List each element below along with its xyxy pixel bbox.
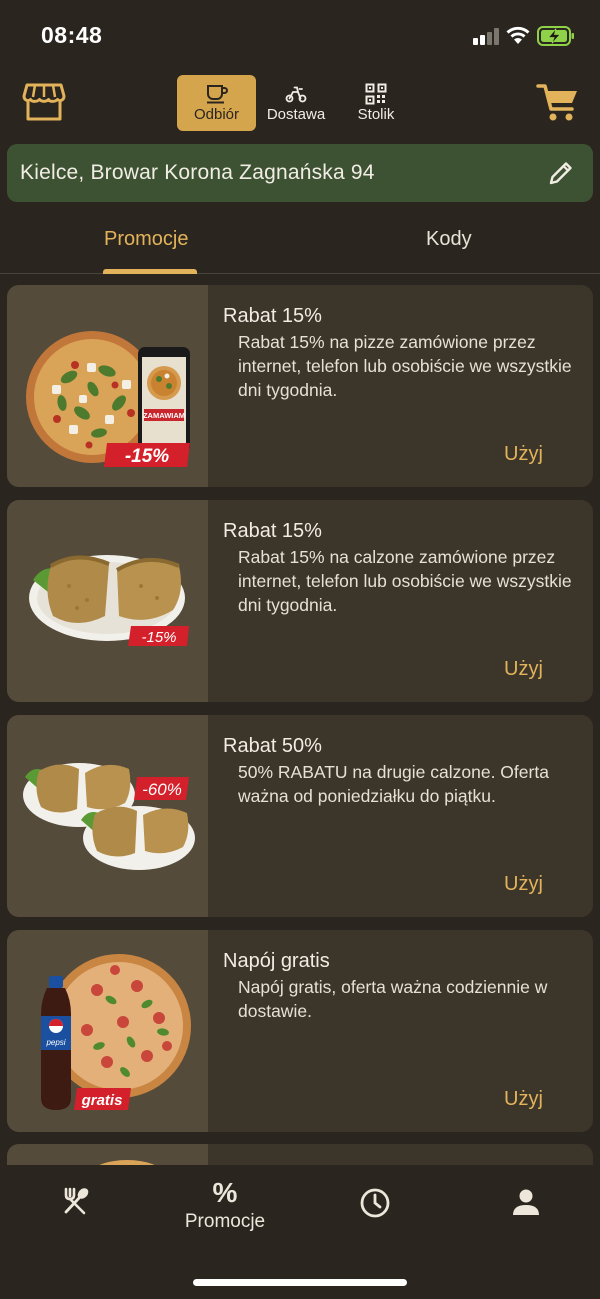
promo-card[interactable]: ZAMAWIAM -15% Rabat 15% Rabat 15% na piz… bbox=[7, 285, 593, 487]
promo-description: 50% RABATU na drugie calzone. Oferta waż… bbox=[238, 762, 549, 806]
cup-icon bbox=[206, 85, 228, 104]
svg-text:%: % bbox=[213, 1177, 238, 1208]
percent-icon: % bbox=[213, 1177, 238, 1208]
home-indicator bbox=[193, 1279, 407, 1286]
nav-history[interactable] bbox=[357, 1187, 393, 1219]
cutlery-icon bbox=[64, 1187, 89, 1215]
promo-card[interactable]: -15% Rabat 15% Rabat 15% na calzone zamó… bbox=[7, 500, 593, 702]
mode-tab-label: Dostawa bbox=[266, 106, 326, 123]
use-promo-button[interactable]: Użyj bbox=[504, 658, 543, 681]
mode-tab-delivery[interactable]: Dostawa bbox=[258, 75, 334, 131]
tab-promocje[interactable]: Promocje bbox=[104, 228, 188, 251]
promo-description: Napój gratis, oferta ważna codziennie w … bbox=[238, 977, 548, 1021]
discount-badge: -15% bbox=[125, 446, 169, 467]
nav-menu[interactable] bbox=[56, 1185, 96, 1217]
free-badge: gratis bbox=[81, 1092, 123, 1109]
promo-title: Rabat 15% bbox=[223, 520, 322, 542]
nav-promotions[interactable]: % Promocje bbox=[170, 1177, 280, 1233]
promo-title: Rabat 50% bbox=[223, 735, 322, 757]
qr-code-icon bbox=[365, 83, 387, 105]
promo-title: Napój gratis bbox=[223, 950, 330, 972]
mode-tab-label: Odbiór bbox=[193, 106, 240, 123]
promo-image: ZAMAWIAM -15% bbox=[7, 285, 208, 487]
promo-card[interactable]: -60% Rabat 50% 50% RABATU na drugie calz… bbox=[7, 715, 593, 917]
battery-charging-icon bbox=[537, 26, 574, 46]
promo-card-partial[interactable] bbox=[7, 1144, 593, 1165]
promo-image: pepsi gratis bbox=[7, 930, 208, 1132]
use-promo-button[interactable]: Użyj bbox=[504, 873, 543, 896]
promo-description: Rabat 15% na calzone zamówione przez int… bbox=[238, 547, 572, 615]
use-promo-button[interactable]: Użyj bbox=[504, 1088, 543, 1111]
promo-card[interactable]: pepsi gratis Napój gratis Napój gratis, … bbox=[7, 930, 593, 1132]
top-header: Odbiór Dostawa Stolik bbox=[0, 70, 600, 136]
wifi-icon bbox=[506, 26, 530, 44]
phone-order-label: ZAMAWIAM bbox=[143, 411, 185, 420]
edit-pencil-icon[interactable] bbox=[547, 159, 575, 187]
promo-description: Rabat 15% na pizze zamówione przez inter… bbox=[238, 332, 572, 400]
scooter-icon bbox=[285, 86, 307, 103]
nav-profile[interactable] bbox=[508, 1187, 544, 1219]
promo-image: -60% bbox=[7, 715, 208, 917]
mode-tab-table[interactable]: Stolik bbox=[346, 75, 406, 131]
promo-title: Rabat 15% bbox=[223, 305, 322, 327]
promo-subtabs: Promocje Kody bbox=[0, 208, 600, 274]
user-icon bbox=[513, 1189, 539, 1215]
use-promo-button[interactable]: Użyj bbox=[504, 443, 543, 466]
promo-list[interactable]: ZAMAWIAM -15% Rabat 15% Rabat 15% na piz… bbox=[0, 275, 600, 1165]
tab-kody[interactable]: Kody bbox=[426, 228, 472, 251]
store-icon[interactable] bbox=[22, 82, 66, 122]
discount-badge: -60% bbox=[142, 780, 182, 799]
discount-badge: -15% bbox=[141, 629, 176, 646]
mode-tab-pickup[interactable]: Odbiór bbox=[177, 75, 256, 131]
nav-promotions-label: Promocje bbox=[184, 1211, 266, 1232]
promo-image: -15% bbox=[7, 500, 208, 702]
address-text: Kielce, Browar Korona Zagnańska 94 bbox=[20, 161, 375, 184]
mode-tab-label: Stolik bbox=[357, 106, 395, 123]
cart-icon[interactable] bbox=[536, 82, 580, 124]
status-bar: 08:48 bbox=[0, 0, 600, 70]
promo-image bbox=[7, 1144, 208, 1165]
bottle-brand-label: pepsi bbox=[45, 1038, 65, 1047]
clock-icon bbox=[360, 1188, 390, 1218]
active-tab-indicator bbox=[103, 269, 197, 274]
status-time: 08:48 bbox=[41, 22, 103, 48]
cellular-signal-icon bbox=[473, 28, 499, 45]
address-bar[interactable]: Kielce, Browar Korona Zagnańska 94 bbox=[7, 144, 593, 202]
